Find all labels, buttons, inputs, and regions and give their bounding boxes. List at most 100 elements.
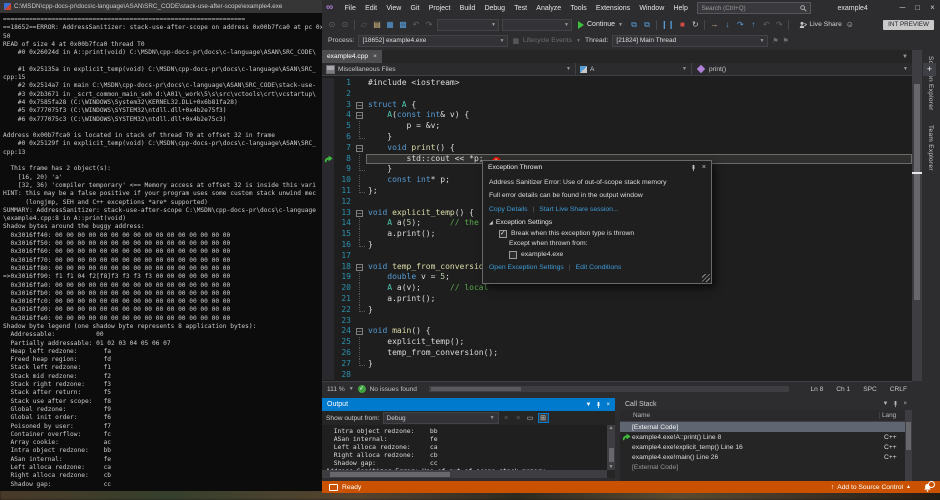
fold-collapse-icon[interactable]: – [355,326,366,337]
menu-view[interactable]: View [382,5,406,12]
minimize-button[interactable]: ─ [895,0,910,16]
tab-close-icon[interactable]: × [373,53,377,60]
exception-settings-expander[interactable]: ◢ Exception Settings [489,219,705,226]
edit-conditions-link[interactable]: Edit Conditions [576,264,622,271]
breakpoint-margin[interactable] [322,121,334,132]
menu-debug[interactable]: Debug [480,5,510,12]
console-titlebar[interactable]: C:\MSDN\cpp-docs-pr\docs\c-language\ASAN… [0,0,322,13]
feedback-icon[interactable]: ☺ [845,16,855,33]
window-position-dropdown-icon[interactable]: ▼ [586,402,592,408]
editor-horizontal-scrollbar[interactable] [428,386,790,392]
fold-collapse-icon[interactable]: – [355,208,366,219]
breakpoint-margin[interactable] [322,218,334,230]
diagnostic-tools-icon[interactable]: ⧉ [629,16,639,33]
breakpoint-margin[interactable] [322,110,334,122]
menu-help[interactable]: Help [669,5,693,12]
fold-collapse-icon[interactable]: – [355,262,366,273]
call-stack-frame[interactable]: example4.exe!main() Line 26 C++ [620,453,912,463]
breakpoint-margin[interactable] [322,272,334,284]
undo-icon[interactable]: ↶ [411,16,421,33]
flag-icon[interactable]: ⚑ [782,37,788,45]
editor-vertical-scrollbar[interactable] [912,50,922,381]
menu-edit[interactable]: Edit [360,5,381,12]
type-dropdown[interactable]: A ▼ [576,63,692,75]
close-popup-icon[interactable]: × [702,164,706,171]
side-tab-team-explorer[interactable]: Team Explorer [927,119,934,177]
maximize-button[interactable]: □ [910,0,925,16]
start-live-share-link[interactable]: Start Live Share session... [539,206,618,213]
menu-analyze[interactable]: Analyze [532,5,566,12]
current-statement-arrow-icon[interactable] [322,153,334,165]
column-name[interactable]: Name [620,412,879,419]
menu-file[interactable]: File [340,5,360,12]
call-stack-frame[interactable]: [External Code] [620,422,912,433]
call-stack-frame[interactable]: [External Code] [620,463,912,473]
open-file-icon[interactable]: ▤ [372,16,382,33]
spaces-indicator[interactable]: SPC [863,386,877,393]
window-layout-icon[interactable]: ⧉ [642,16,652,33]
clear-all-icon[interactable]: ▭ [526,414,535,422]
save-icon[interactable]: ▦ [385,16,395,33]
breakpoint-margin[interactable] [322,99,334,111]
breakpoint-margin[interactable] [322,347,334,359]
search-input[interactable]: Search (Ctrl+Q) [697,2,812,14]
lifecycle-events-dropdown[interactable]: Lifecycle Events [523,37,572,44]
break-all-icon[interactable]: ❙❙ [661,16,674,33]
member-dropdown[interactable]: print() ▼ [692,63,912,75]
output-horizontal-scrollbar[interactable] [322,470,607,478]
menu-window[interactable]: Window [635,5,669,12]
go-to-message-icon[interactable]: ≡ [514,415,523,422]
fold-collapse-icon[interactable]: – [355,143,366,154]
breakpoint-margin[interactable] [322,293,334,305]
scroll-down-icon[interactable]: ▼ [607,464,615,470]
continue-button[interactable]: Continue ▼ [575,20,626,29]
breakpoint-margin[interactable] [322,185,334,197]
console-window[interactable]: C:\MSDN\cpp-docs-pr\docs\c-language\ASAN… [0,0,338,491]
breakpoint-margin[interactable] [322,207,334,219]
flag-threads-icon[interactable]: ⚑ [772,37,778,45]
step-out-icon[interactable]: ↑ [748,16,758,33]
redo-icon-2[interactable]: ↷ [774,16,784,33]
call-stack-frame[interactable]: example4.exe!A::print() Line 8 C++ [620,432,912,442]
breakpoint-margin[interactable] [322,164,334,176]
output-vertical-scrollbar[interactable]: ▲ ▼ [607,425,615,470]
breakpoint-margin[interactable] [322,175,334,186]
scroll-up-icon[interactable]: ▲ [607,425,615,431]
show-next-statement-icon[interactable]: → [709,16,719,33]
thread-dropdown[interactable]: [21824] Main Thread ▼ [612,34,769,47]
menu-extensions[interactable]: Extensions [591,5,634,12]
breakpoint-margin[interactable] [322,283,334,294]
menu-test[interactable]: Test [510,5,532,12]
open-exception-settings-link[interactable]: Open Exception Settings [489,264,564,271]
find-message-icon[interactable]: ≡ [502,415,511,422]
scrollbar-thumb[interactable] [430,387,521,391]
scrollbar-thumb[interactable] [608,448,614,462]
output-source-dropdown[interactable]: Debug ▼ [382,412,499,424]
break-when-thrown-checkbox[interactable] [499,229,507,238]
pin-icon[interactable] [690,164,697,172]
breakpoint-margin[interactable] [322,304,334,316]
zoom-level-dropdown[interactable]: 111 % [327,386,345,393]
menu-project[interactable]: Project [424,5,455,12]
stop-debugging-icon[interactable]: ■ [677,16,687,33]
breakpoint-margin[interactable] [322,142,334,154]
fold-collapse-icon[interactable]: – [355,110,366,121]
undo-icon-2[interactable]: ↶ [761,16,771,33]
scrollbar-thumb[interactable] [330,471,450,477]
close-button[interactable]: × [925,0,940,16]
navigate-forward-icon[interactable]: ⊙ [340,16,350,33]
call-stack-header[interactable]: Call Stack ▼ × [620,398,912,410]
breakpoint-margin[interactable] [322,229,334,240]
close-panel-icon[interactable]: × [903,401,907,407]
breakpoint-margin[interactable] [322,78,334,89]
scrollbar-thumb[interactable] [914,84,920,300]
line-ending-indicator[interactable]: CRLF [890,386,907,393]
breakpoint-margin[interactable] [322,250,334,262]
breakpoint-margin[interactable] [322,239,334,251]
console-output-text[interactable]: ========================================… [0,13,338,489]
zoom-plus-button[interactable]: + [923,63,936,76]
notifications-button[interactable] [923,480,935,492]
breakpoint-margin[interactable] [322,337,334,348]
project-scope-dropdown[interactable]: Miscellaneous Files ▼ [322,63,576,75]
breakpoint-margin[interactable] [322,261,334,273]
